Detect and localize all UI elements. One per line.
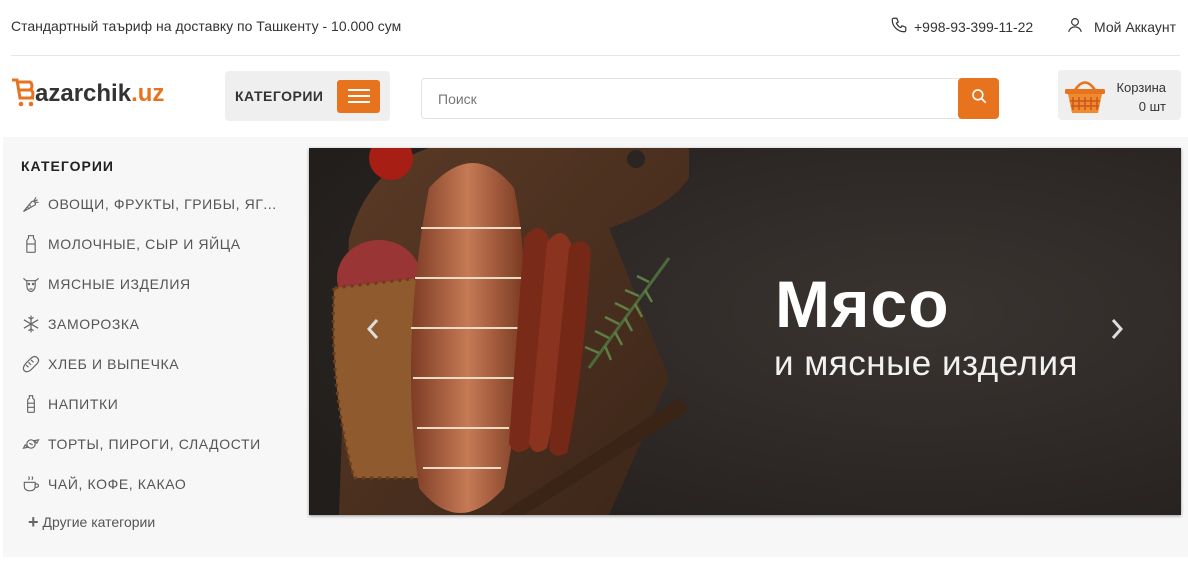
cart-title: Корзина (1116, 80, 1166, 95)
search-bar (421, 78, 999, 119)
carousel-next-button[interactable] (1105, 316, 1129, 346)
basket-icon (1062, 74, 1108, 121)
logo[interactable]: azarchik .uz (11, 76, 164, 108)
account-link[interactable]: Мой Аккаунт (1066, 16, 1176, 37)
drink-bottle-icon (21, 393, 41, 415)
search-icon (970, 87, 988, 110)
chevron-left-icon (366, 318, 380, 345)
more-categories-label: Другие категории (42, 514, 156, 530)
plus-icon: + (28, 512, 39, 532)
chevron-right-icon (1110, 318, 1124, 345)
category-list: ОВОЩИ, ФРУКТЫ, ГРИБЫ, ЯГОДЫ МОЛОЧНЫЕ, СЫ… (21, 184, 291, 504)
cart-button[interactable]: Корзина 0 шт (1058, 70, 1181, 120)
banner-title: Мясо (775, 267, 950, 341)
category-label: ХЛЕБ И ВЫПЕЧКА (48, 356, 180, 372)
category-label: МЯСНЫЕ ИЗДЕЛИЯ (48, 276, 191, 292)
hamburger-menu-icon (337, 79, 381, 113)
category-item-dairy[interactable]: МОЛОЧНЫЕ, СЫР И ЯЙЦА (21, 224, 291, 264)
delivery-tariff-text: Стандартный таъриф на доставку по Ташкен… (11, 18, 402, 34)
category-item-vegetables[interactable]: ОВОЩИ, ФРУКТЫ, ГРИБЫ, ЯГОДЫ (21, 184, 291, 224)
header: azarchik.uz КАТЕГОРИИ Корзина 0 шт (0, 56, 1188, 136)
categories-button[interactable]: КАТЕГОРИИ (225, 71, 390, 121)
category-label: МОЛОЧНЫЕ, СЫР И ЯЙЦА (48, 236, 241, 252)
categories-button-label: КАТЕГОРИИ (235, 88, 324, 104)
category-item-sweets[interactable]: ТОРТЫ, ПИРОГИ, СЛАДОСТИ (21, 424, 291, 464)
phone-number: +998-93-399-11-22 (914, 18, 1034, 35)
tea-cup-icon (21, 473, 41, 495)
top-bar: Стандартный таъриф на доставку по Ташкен… (0, 0, 1188, 56)
milk-bottle-icon (21, 233, 41, 255)
category-label: ОВОЩИ, ФРУКТЫ, ГРИБЫ, ЯГОДЫ (48, 196, 284, 212)
cow-icon (21, 273, 41, 295)
carrot-icon (21, 193, 41, 215)
snowflake-icon (21, 313, 41, 335)
phone-link[interactable]: +998-93-399-11-22 (890, 16, 1033, 37)
category-label: ЧАЙ, КОФЕ, КАКАО (48, 476, 187, 492)
category-item-bread[interactable]: ХЛЕБ И ВЫПЕЧКА (21, 344, 291, 384)
main-content: КАТЕГОРИИ ОВОЩИ, ФРУКТЫ, ГРИБЫ, ЯГОДЫ МО… (3, 137, 1188, 557)
category-item-drinks[interactable]: НАПИТКИ (21, 384, 291, 424)
hero-banner[interactable]: Мясо и мясные изделия (309, 148, 1181, 515)
category-item-tea-coffee[interactable]: ЧАЙ, КОФЕ, КАКАО (21, 464, 291, 504)
search-button[interactable] (958, 78, 999, 119)
category-label: НАПИТКИ (48, 396, 119, 412)
category-item-meat[interactable]: МЯСНЫЕ ИЗДЕЛИЯ (21, 264, 291, 304)
logo-name: azarchik (35, 80, 132, 107)
sidebar-title: КАТЕГОРИИ (21, 158, 114, 174)
logo-tld: .uz (131, 80, 165, 107)
banner-meat-image (309, 148, 1181, 515)
category-sidebar: КАТЕГОРИИ ОВОЩИ, ФРУКТЫ, ГРИБЫ, ЯГОДЫ МО… (3, 137, 303, 557)
account-label: Мой Аккаунт (1094, 18, 1176, 35)
category-item-frozen[interactable]: ЗАМОРОЗКА (21, 304, 291, 344)
carousel-prev-button[interactable] (361, 316, 385, 346)
cart-count: 0 шт (1138, 99, 1166, 114)
more-categories-link[interactable]: + Другие категории (28, 512, 156, 532)
cart-logo-icon (11, 76, 37, 108)
search-input[interactable] (423, 80, 953, 117)
candy-icon (21, 433, 41, 455)
user-icon (1066, 16, 1084, 37)
banner-subtitle: и мясные изделия (774, 344, 1078, 383)
category-label: ТОРТЫ, ПИРОГИ, СЛАДОСТИ (48, 436, 261, 452)
category-label: ЗАМОРОЗКА (48, 316, 140, 332)
bread-icon (21, 353, 41, 375)
phone-icon (890, 16, 908, 37)
